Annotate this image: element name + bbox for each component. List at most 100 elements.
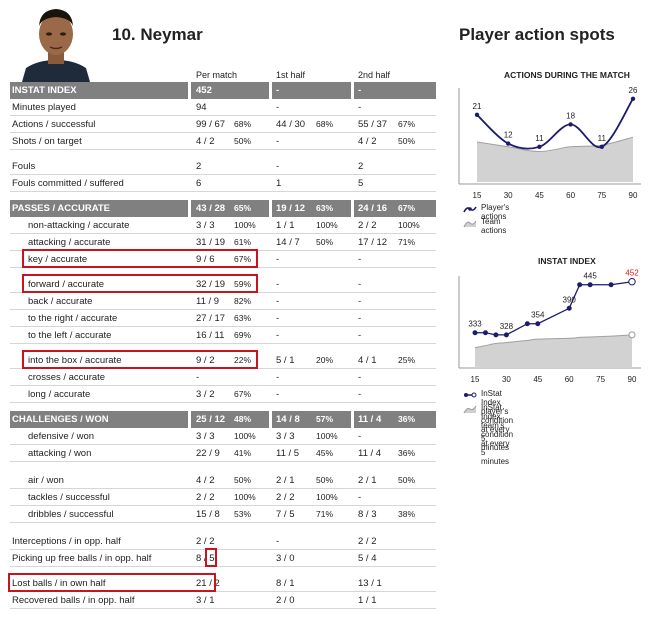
per-match-percent: 69%	[234, 330, 252, 340]
first-half-value: 14 / 7	[276, 237, 300, 248]
second-half-value: 2 / 1	[358, 475, 377, 486]
per-match-percent: 82%	[234, 296, 252, 306]
player-actions-point	[630, 96, 636, 101]
row-label: attacking / won	[28, 448, 92, 459]
second-half-value: 17 / 12	[358, 237, 388, 248]
player-condition-point	[566, 305, 572, 311]
first-half-percent: 57%	[316, 414, 334, 424]
table-spacer	[10, 403, 436, 411]
team-condition-icon	[463, 405, 477, 414]
section-header-row: CHALLENGES / WON 25 / 12 48% 14 / 8 57% 11 / …	[10, 411, 436, 428]
first-half-percent: 100%	[316, 220, 338, 230]
table-row: attacking / won 22 / 9 41% 11 / 5 45% 11 / 4 3…	[10, 445, 436, 462]
per-match-percent: 65%	[234, 203, 252, 213]
player-actions-point	[568, 122, 573, 127]
second-half-value: 4 / 1	[358, 355, 377, 366]
table-row: forward / accurate 32 / 19 59% - -	[10, 274, 436, 293]
player-actions-point	[506, 141, 511, 146]
row-label: crosses / accurate	[28, 372, 106, 383]
first-half-value: 1	[276, 178, 282, 189]
x-tick-label: 15	[473, 191, 482, 200]
second-half-percent: 38%	[398, 509, 416, 519]
per-match-percent: 50%	[234, 136, 252, 146]
player-condition-point	[493, 332, 499, 338]
table-row: to the right / accurate 27 / 17 63% - -	[10, 310, 436, 327]
team-condition-end-point	[628, 331, 636, 339]
first-half-percent: 50%	[316, 475, 334, 485]
per-match-value: 3 / 3	[196, 431, 215, 442]
second-half-value: 8 / 3	[358, 509, 377, 520]
team-area-icon	[463, 220, 477, 228]
row-label: defensive / won	[28, 431, 95, 442]
first-half-value: 3 / 3	[276, 431, 295, 442]
row-label: CHALLENGES / WON	[12, 414, 109, 425]
x-tick-label: 75	[596, 375, 605, 384]
row-label: Fouls	[12, 161, 36, 172]
x-tick-label: 15	[471, 375, 480, 384]
x-tick-label: 90	[629, 191, 638, 200]
highlight-box	[205, 548, 217, 567]
row-label: Recovered balls / in opp. half	[12, 595, 135, 606]
first-half-value: -	[276, 389, 280, 400]
player-actions-data-label: 21	[473, 102, 482, 111]
x-tick-label: 90	[628, 375, 637, 384]
player-condition-data-label: 354	[531, 311, 545, 320]
header-separator	[269, 200, 272, 217]
first-half-value: -	[276, 330, 280, 341]
second-half-value: -	[358, 254, 362, 265]
first-half-value: 8 / 1	[276, 578, 295, 589]
player-condition-line	[475, 281, 633, 336]
first-half-value: 2 / 2	[276, 492, 295, 503]
legend-team-actions-label: Team actions	[481, 217, 507, 235]
second-half-value: -	[358, 279, 362, 290]
table-row: Interceptions / in opp. half 2 / 2-2 / 2	[10, 533, 436, 550]
per-match-value: 15 / 8	[196, 509, 220, 520]
second-half-value: -	[358, 313, 362, 324]
x-tick-label: 75	[597, 191, 606, 200]
highlight-box	[8, 573, 216, 592]
player-actions-line	[476, 98, 634, 150]
header-separator	[188, 411, 191, 428]
table-spacer	[10, 462, 436, 472]
first-half-value: -	[276, 102, 280, 113]
instat-index-chart-title: INSTAT INDEX	[538, 256, 596, 266]
table-spacer	[10, 192, 436, 200]
x-tick-label: 45	[533, 375, 542, 384]
player-line-icon	[463, 206, 477, 213]
row-label: Shots / on target	[12, 136, 82, 147]
column-header-second-half: 2nd half	[358, 70, 391, 80]
table-row: Shots / on target 4 / 2 50% - 4 / 2 50%	[10, 133, 436, 150]
second-half-value: 5	[358, 178, 364, 189]
header-separator	[351, 82, 354, 99]
table-row: Lost balls / in own half 21 / 28 / 1 13 / …	[8, 573, 436, 592]
column-header-per-match: Per match	[196, 70, 238, 80]
row-label: air / won	[28, 475, 64, 486]
x-tick-label: 45	[535, 191, 544, 200]
x-tick-label: 30	[502, 375, 511, 384]
player-actions-data-label: 11	[598, 134, 607, 143]
row-label: Picking up free balls / in opp. half	[12, 553, 152, 564]
row-label: to the right / accurate	[28, 313, 118, 324]
second-half-value: 2	[358, 161, 364, 172]
player-condition-point	[628, 278, 636, 286]
player-condition-icon	[464, 392, 477, 398]
player-actions-data-label: 11	[535, 134, 544, 143]
header-separator	[351, 411, 354, 428]
per-match-value: 2 / 2	[196, 492, 215, 503]
first-half-percent: 100%	[316, 431, 338, 441]
table-spacer	[10, 150, 436, 158]
player-condition-point	[503, 332, 509, 338]
second-half-percent: 50%	[398, 475, 416, 485]
actions-chart-title: ACTIONS DURING THE MATCH	[504, 70, 630, 80]
per-match-value: 11 / 9	[196, 296, 220, 307]
player-condition-data-label: 333	[468, 320, 482, 329]
first-half-value: -	[276, 136, 280, 147]
second-half-value: 11 / 4	[358, 414, 382, 425]
per-match-value: 4 / 2	[196, 475, 215, 486]
highlight-box	[22, 350, 258, 369]
player-condition-point	[524, 321, 530, 327]
first-half-percent: 68%	[316, 119, 334, 129]
second-half-value: 5 / 4	[358, 553, 377, 564]
per-match-value: 43 / 28	[196, 203, 226, 214]
legend-team-condition-label: InStat Index team's condition at every 5…	[481, 403, 514, 466]
